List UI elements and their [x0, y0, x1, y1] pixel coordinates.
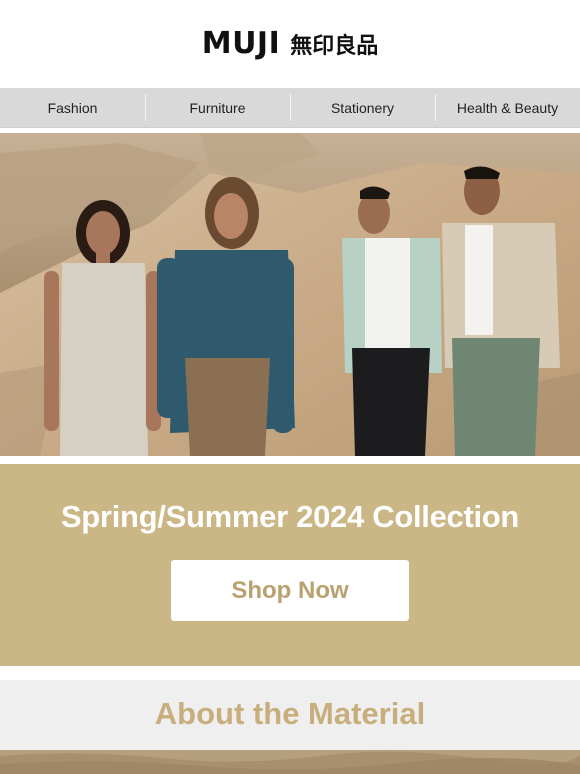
muji-logo[interactable]: MUJI 無印良品 [0, 26, 580, 61]
hero-image[interactable] [0, 133, 580, 456]
logo-wordmark: MUJI [201, 26, 281, 61]
nav-item-health-beauty[interactable]: Health & Beauty [435, 88, 580, 127]
email-header: MUJI 無印良品 [0, 0, 580, 88]
category-nav: Fashion Furniture Stationery Health & Be… [0, 88, 580, 128]
shop-now-button[interactable]: Shop Now [171, 560, 409, 621]
nav-item-furniture[interactable]: Furniture [145, 88, 290, 127]
nav-item-stationery[interactable]: Stationery [290, 88, 435, 127]
nav-item-fashion[interactable]: Fashion [0, 88, 145, 127]
collection-title: Spring/Summer 2024 Collection [60, 499, 520, 534]
material-image[interactable] [0, 750, 580, 774]
about-title: About the Material [154, 696, 426, 731]
logo-kanji: 無印良品 [290, 33, 379, 59]
